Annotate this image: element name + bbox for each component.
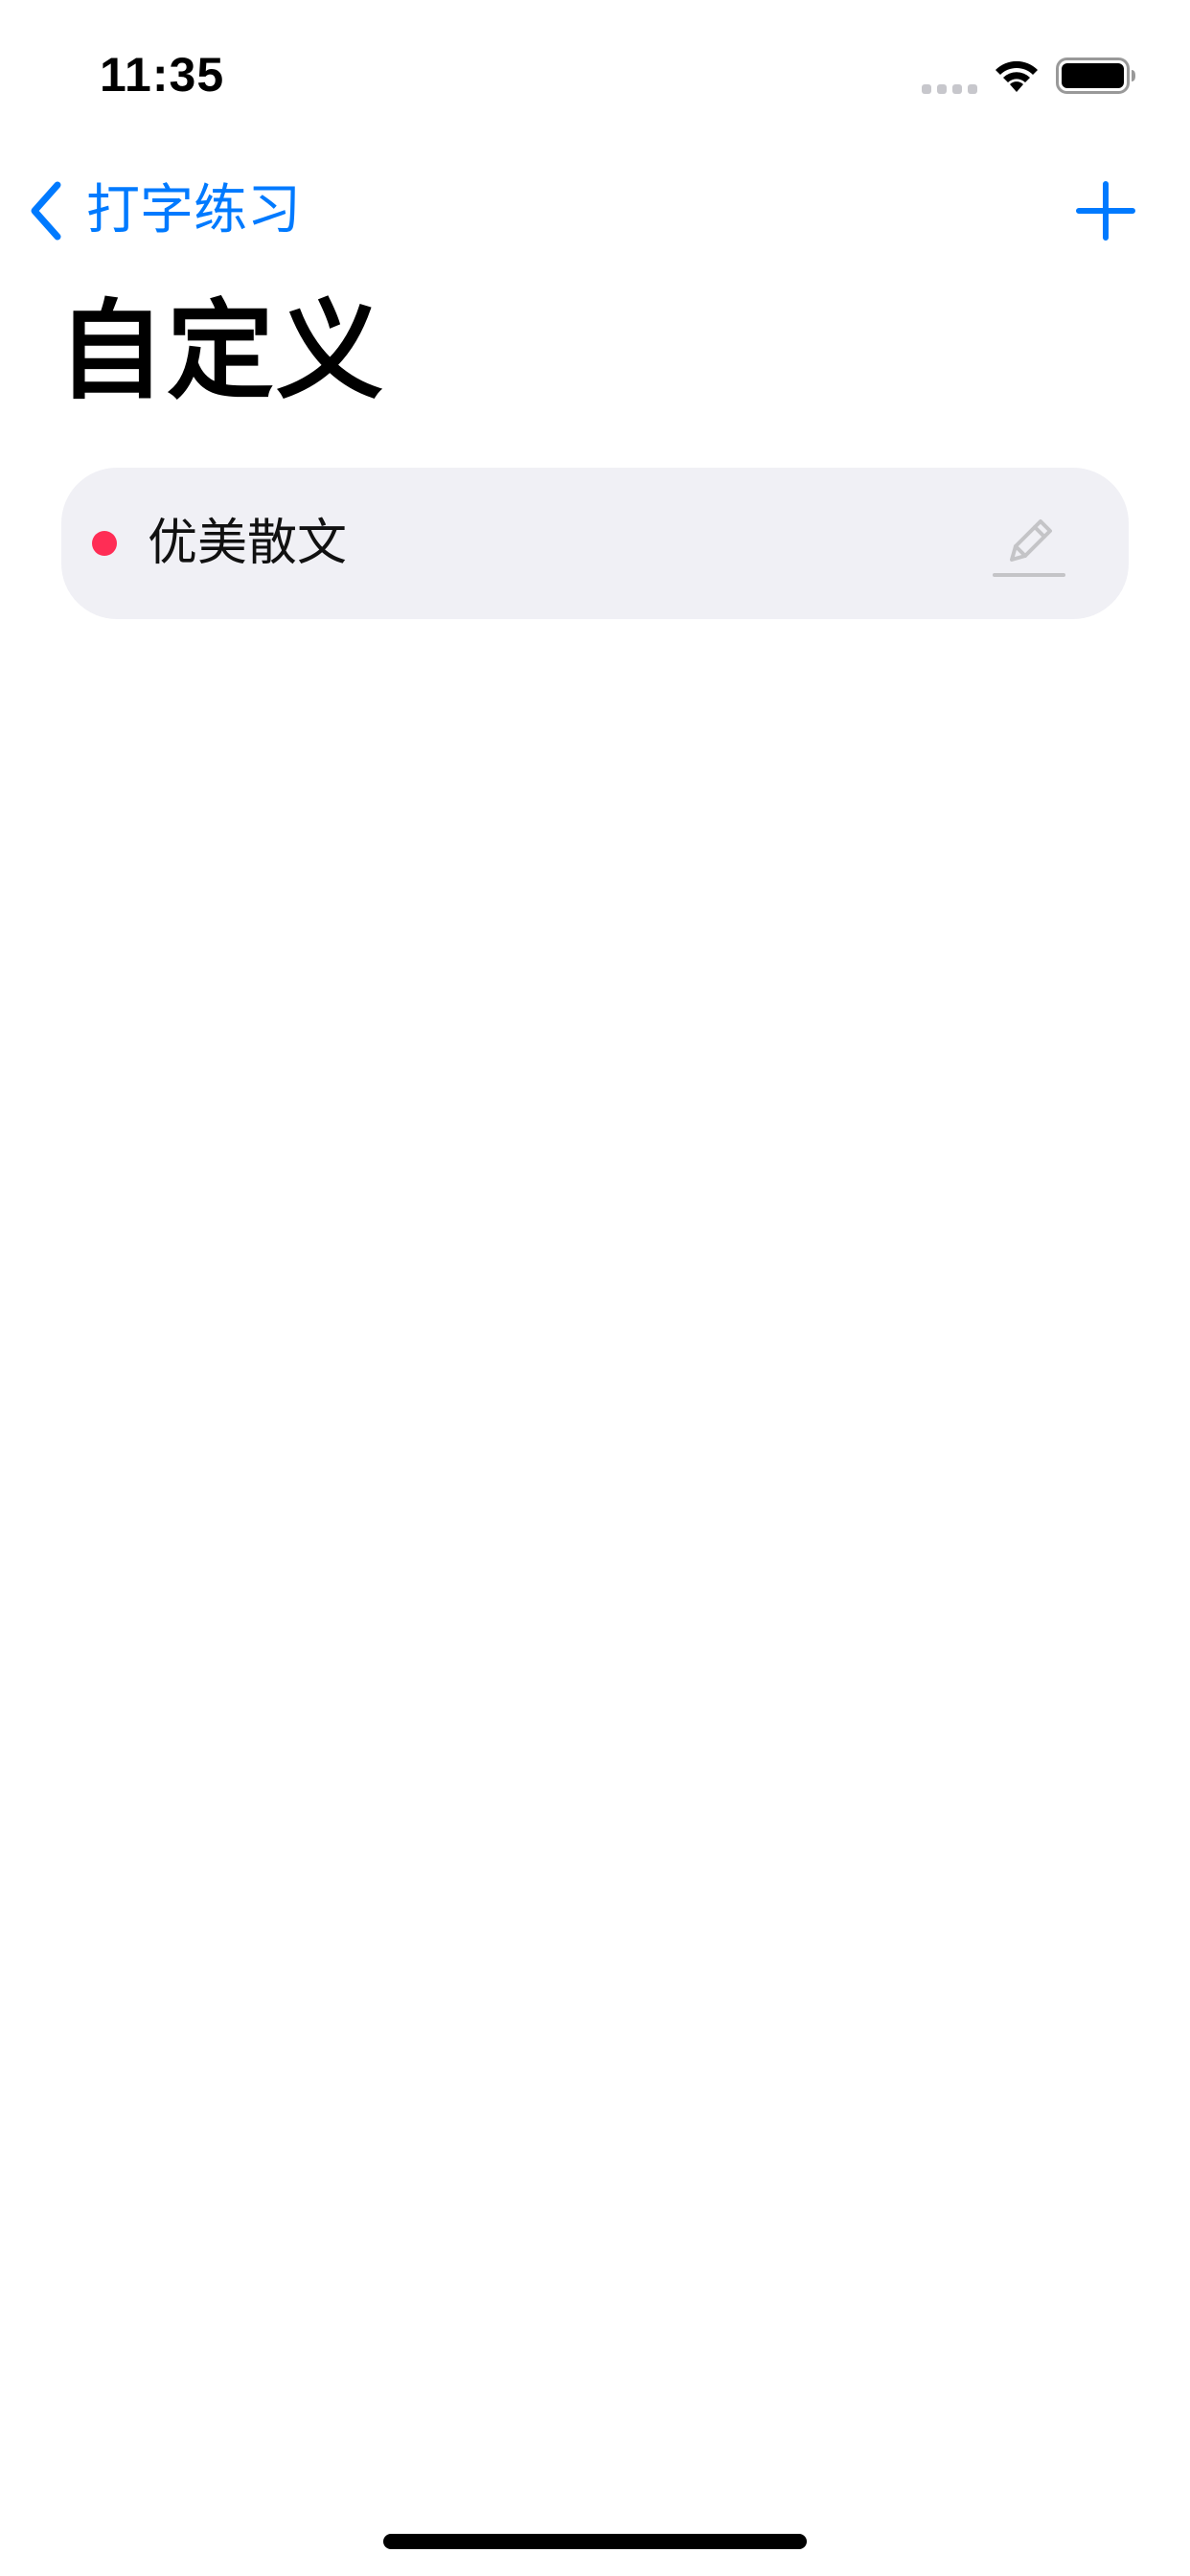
status-time: 11:35 bbox=[100, 48, 225, 102]
pencil-edit-icon[interactable] bbox=[991, 502, 1067, 585]
page-title: 自定义 bbox=[57, 289, 385, 414]
wifi-icon bbox=[995, 60, 1038, 92]
back-button-label: 打字练习 bbox=[86, 179, 301, 242]
list-item-label: 优美散文 bbox=[148, 515, 348, 572]
home-indicator bbox=[383, 2534, 807, 2549]
color-dot bbox=[92, 531, 117, 556]
cellular-signal-icon bbox=[922, 84, 977, 94]
plus-icon[interactable] bbox=[1075, 180, 1136, 242]
list-card: 优美散文 bbox=[61, 468, 1129, 619]
status-icons bbox=[922, 54, 1142, 96]
chevron-left-icon bbox=[31, 181, 61, 241]
battery-icon bbox=[1056, 58, 1135, 94]
navigation-bar: 打字练习 bbox=[0, 163, 1190, 259]
list-item[interactable]: 优美散文 bbox=[61, 468, 1129, 619]
back-button[interactable]: 打字练习 bbox=[25, 172, 301, 249]
status-bar: 11:35 bbox=[0, 0, 1190, 144]
